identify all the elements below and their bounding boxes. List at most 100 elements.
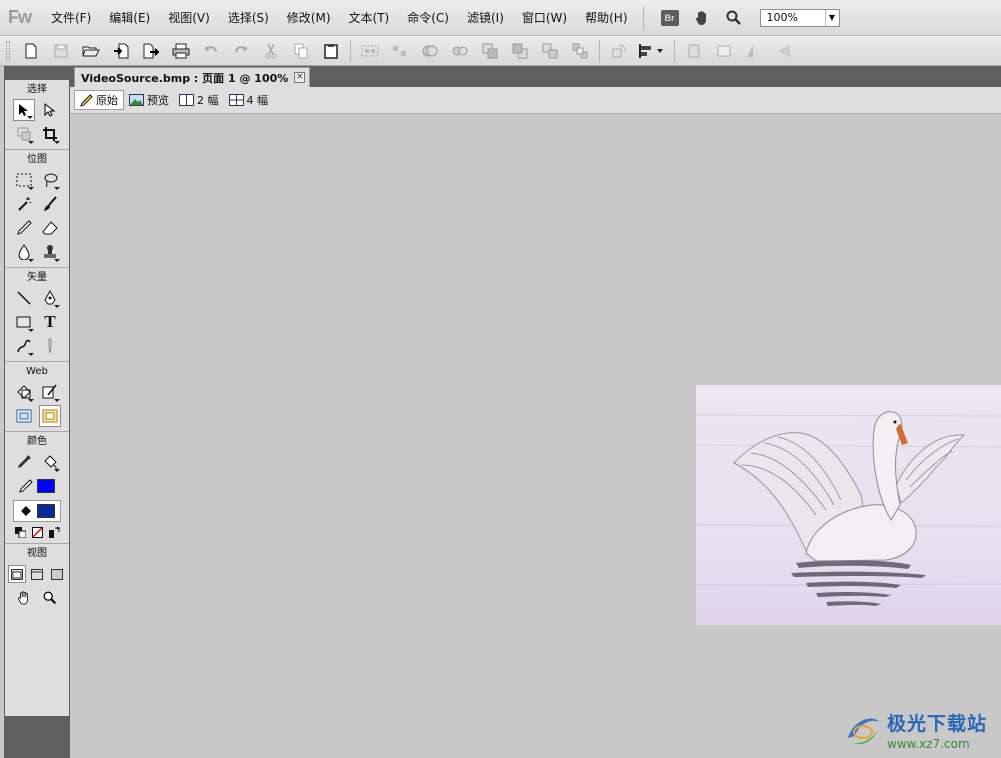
zoom-button[interactable]	[721, 7, 747, 29]
hand-button[interactable]	[689, 7, 715, 29]
lasso-tool[interactable]	[39, 169, 61, 191]
menu-filters[interactable]: 滤镜(I)	[458, 7, 513, 29]
scale-tool[interactable]	[13, 123, 35, 145]
document-tab[interactable]: VideoSource.bmp : 页面 1 @ 100% ×	[74, 67, 311, 87]
no-color-icon[interactable]	[31, 526, 43, 538]
crop-tool[interactable]	[39, 123, 61, 145]
hotspot-tool[interactable]	[13, 381, 35, 403]
knife-tool[interactable]	[39, 335, 61, 357]
redo-button[interactable]	[226, 39, 256, 63]
full-screen-menu-mode-button[interactable]	[28, 565, 46, 583]
flip-vertical-button[interactable]	[709, 39, 739, 63]
tab-4-up[interactable]: 4 幅	[224, 90, 274, 110]
view-mode-bar: 原始 预览 2 幅 4 幅	[70, 87, 1001, 114]
zoom-tool[interactable]	[39, 587, 61, 609]
bridge-button[interactable]: Br	[657, 7, 683, 29]
hide-slices-tool[interactable]	[13, 405, 35, 427]
show-slices-tool[interactable]	[39, 405, 61, 427]
tools-section-view: 视图	[5, 544, 69, 613]
slice-tool[interactable]	[39, 381, 61, 403]
hand-icon	[695, 10, 706, 25]
eraser-icon	[42, 221, 58, 235]
mirror-button[interactable]	[739, 39, 769, 63]
zoom-select[interactable]: 100% ▼	[759, 8, 840, 27]
section-label: 矢量	[27, 272, 47, 283]
default-colors-icon[interactable]	[14, 526, 26, 538]
hand-tool[interactable]	[13, 587, 35, 609]
rectangle-tool[interactable]	[13, 311, 35, 333]
copy-button[interactable]	[286, 39, 316, 63]
stroke-color-swatch[interactable]	[37, 479, 55, 493]
water-drop-icon	[18, 244, 30, 260]
print-button[interactable]	[166, 39, 196, 63]
subselect-tool[interactable]	[39, 99, 61, 121]
fill-color-swatch[interactable]	[37, 504, 55, 518]
menu-text[interactable]: 文本(T)	[340, 7, 399, 29]
pen-tool[interactable]	[39, 287, 61, 309]
standard-screen-mode-button[interactable]	[8, 565, 26, 583]
split-button[interactable]	[445, 39, 475, 63]
flip-horizontal-icon	[688, 44, 700, 57]
tab-preview[interactable]: 预览	[124, 90, 174, 110]
tab-original[interactable]: 原始	[74, 90, 124, 110]
marquee-tool[interactable]	[13, 169, 35, 191]
import-button[interactable]	[106, 39, 136, 63]
cut-icon	[265, 43, 277, 58]
show-slices-icon	[42, 409, 58, 423]
menu-select[interactable]: 选择(S)	[219, 7, 278, 29]
rotate-button[interactable]	[604, 39, 634, 63]
text-tool[interactable]: T	[39, 311, 61, 333]
bring-forward-button[interactable]	[475, 39, 505, 63]
align-button[interactable]	[634, 39, 670, 63]
group-button[interactable]	[355, 39, 385, 63]
document-tab-title: VideoSource.bmp : 页面 1 @ 100%	[81, 71, 289, 85]
ungroup-button[interactable]	[385, 39, 415, 63]
mirror-left-button[interactable]	[769, 39, 799, 63]
new-icon	[25, 43, 37, 58]
send-backward-button[interactable]	[505, 39, 535, 63]
bring-front-button[interactable]	[535, 39, 565, 63]
menu-help[interactable]: 帮助(H)	[576, 7, 636, 29]
new-button[interactable]	[16, 39, 46, 63]
hide-slices-icon	[16, 409, 32, 423]
line-tool[interactable]	[13, 287, 35, 309]
join-button[interactable]	[415, 39, 445, 63]
paste-button[interactable]	[316, 39, 346, 63]
flip-horizontal-button[interactable]	[679, 39, 709, 63]
tab-preview-label: 预览	[147, 94, 169, 107]
menu-commands[interactable]: 命令(C)	[398, 7, 458, 29]
import-icon	[114, 43, 129, 58]
bridge-icon: Br	[660, 9, 679, 26]
pencil-tool[interactable]	[13, 217, 35, 239]
full-screen-mode-button[interactable]	[48, 565, 66, 583]
tools-panel-header[interactable]	[4, 66, 70, 80]
swap-colors-icon[interactable]	[48, 526, 60, 538]
toolbar-grip[interactable]	[6, 40, 10, 61]
menu-view[interactable]: 视图(V)	[159, 7, 219, 29]
menu-window[interactable]: 窗口(W)	[513, 7, 576, 29]
menu-modify[interactable]: 修改(M)	[278, 7, 340, 29]
undo-button[interactable]	[196, 39, 226, 63]
blur-tool[interactable]	[13, 241, 35, 263]
save-button[interactable]	[46, 39, 76, 63]
eraser-tool[interactable]	[39, 217, 61, 239]
undo-icon	[204, 45, 217, 52]
tab-2-up[interactable]: 2 幅	[174, 90, 224, 110]
menu-file[interactable]: 文件(F)	[42, 7, 100, 29]
close-icon[interactable]: ×	[294, 72, 306, 83]
freeform-icon	[17, 339, 31, 353]
paint-bucket-tool[interactable]	[39, 451, 61, 473]
brush-tool[interactable]	[39, 193, 61, 215]
export-button[interactable]	[136, 39, 166, 63]
freeform-tool[interactable]	[13, 335, 35, 357]
menu-edit[interactable]: 编辑(E)	[100, 7, 159, 29]
cut-button[interactable]	[256, 39, 286, 63]
open-button[interactable]	[76, 39, 106, 63]
send-back-button[interactable]	[565, 39, 595, 63]
pointer-tool[interactable]	[13, 99, 35, 121]
export-icon	[143, 43, 159, 58]
swan-image[interactable]	[696, 385, 1001, 625]
magic-wand-tool[interactable]	[13, 193, 35, 215]
eyedropper-tool[interactable]	[13, 451, 35, 473]
rubber-stamp-tool[interactable]	[39, 241, 61, 263]
